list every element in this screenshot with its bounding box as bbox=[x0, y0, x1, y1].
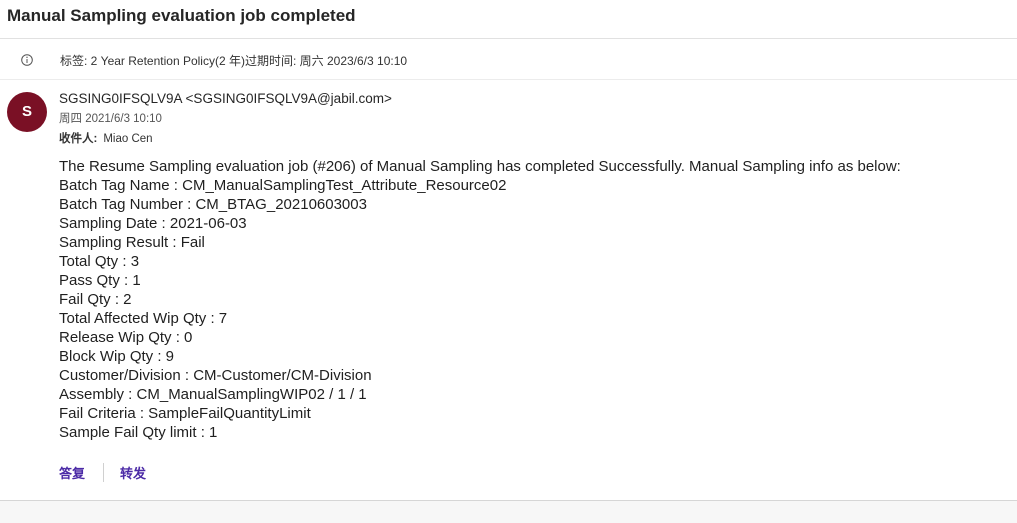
body-line: Block Wip Qty : 9 bbox=[59, 348, 175, 365]
body-line: Batch Tag Number : CM_BTAG_20210603003 bbox=[59, 196, 367, 213]
body-line: Release Wip Qty : 0 bbox=[59, 329, 193, 346]
subject-header: Manual Sampling evaluation job completed bbox=[0, 0, 1017, 39]
recipient-name[interactable]: Miao Cen bbox=[103, 133, 152, 145]
body-line: Pass Qty : 1 bbox=[59, 272, 141, 289]
sent-date: 周四 2021/6/3 10:10 bbox=[59, 113, 162, 125]
body-line: Fail Criteria : SampleFailQuantityLimit bbox=[59, 405, 311, 422]
body-line: Customer/Division : CM-Customer/CM-Divis… bbox=[59, 367, 372, 384]
footer-area bbox=[0, 501, 1017, 523]
action-divider bbox=[103, 463, 104, 482]
body-line: Sampling Date : 2021-06-03 bbox=[59, 215, 247, 232]
body-line: Sample Fail Qty limit : 1 bbox=[59, 424, 218, 441]
retention-notice-bar: 标签: 2 Year Retention Policy(2 年)过期时间: 周六… bbox=[0, 40, 1017, 80]
recipient-line: 收件人: Miao Cen bbox=[59, 130, 153, 146]
info-icon bbox=[21, 53, 33, 66]
body-line: The Resume Sampling evaluation job (#206… bbox=[59, 158, 901, 175]
body-line: Assembly : CM_ManualSamplingWIP02 / 1 / … bbox=[59, 386, 367, 403]
body-line: Fail Qty : 2 bbox=[59, 291, 132, 308]
retention-notice-text: 标签: 2 Year Retention Policy(2 年)过期时间: 周六… bbox=[60, 54, 408, 68]
body-line: Sampling Result : Fail bbox=[59, 234, 205, 251]
email-body: The Resume Sampling evaluation job (#206… bbox=[59, 157, 901, 442]
body-line: Total Qty : 3 bbox=[59, 253, 140, 270]
email-subject: Manual Sampling evaluation job completed bbox=[7, 6, 356, 25]
body-line: Batch Tag Name : CM_ManualSamplingTest_A… bbox=[59, 177, 507, 194]
sender-avatar[interactable]: S bbox=[7, 92, 47, 132]
reply-button[interactable]: 答复 bbox=[59, 463, 85, 482]
recipient-label: 收件人: bbox=[59, 133, 98, 145]
body-line: Total Affected Wip Qty : 7 bbox=[59, 310, 228, 327]
sender-address[interactable]: SGSING0IFSQLV9A <SGSING0IFSQLV9A@jabil.c… bbox=[59, 91, 392, 106]
forward-button[interactable]: 转发 bbox=[120, 463, 146, 482]
